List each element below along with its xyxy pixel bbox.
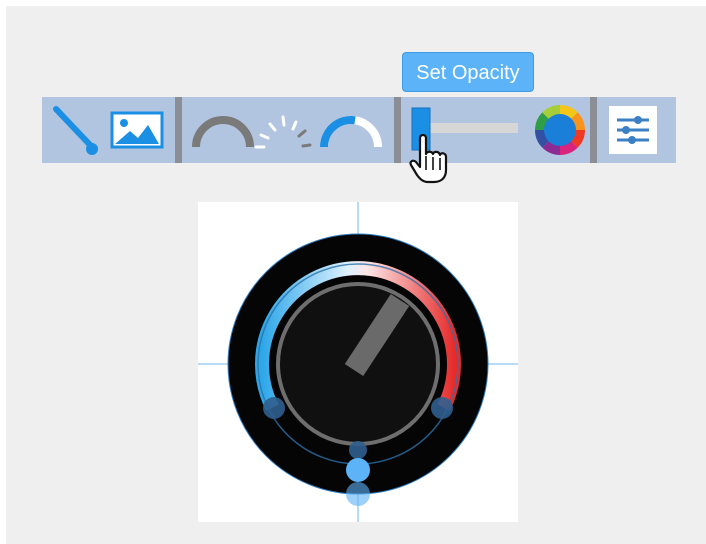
- image-icon[interactable]: [110, 111, 164, 149]
- gauge-canvas[interactable]: [198, 202, 518, 522]
- gauge-toolbar: [42, 97, 676, 163]
- center-top-handle: [349, 441, 367, 459]
- arc-icon[interactable]: [190, 111, 256, 151]
- arc-start-handle: [263, 397, 285, 419]
- color-wheel-icon[interactable]: [534, 104, 586, 156]
- hand-cursor-icon: [408, 132, 448, 191]
- arc-end-handle: [431, 397, 453, 419]
- radius-handle: [346, 458, 370, 482]
- toolbar-separator: [590, 97, 597, 163]
- needle-icon[interactable]: [50, 103, 100, 159]
- ticks-icon[interactable]: [252, 107, 314, 153]
- toolbar-separator: [175, 97, 182, 163]
- progress-arc-icon[interactable]: [318, 111, 384, 151]
- sliders-settings-icon[interactable]: [608, 105, 658, 155]
- toolbar-separator: [394, 97, 401, 163]
- set-opacity-tooltip: Set Opacity: [402, 52, 534, 92]
- outer-handle: [346, 482, 370, 506]
